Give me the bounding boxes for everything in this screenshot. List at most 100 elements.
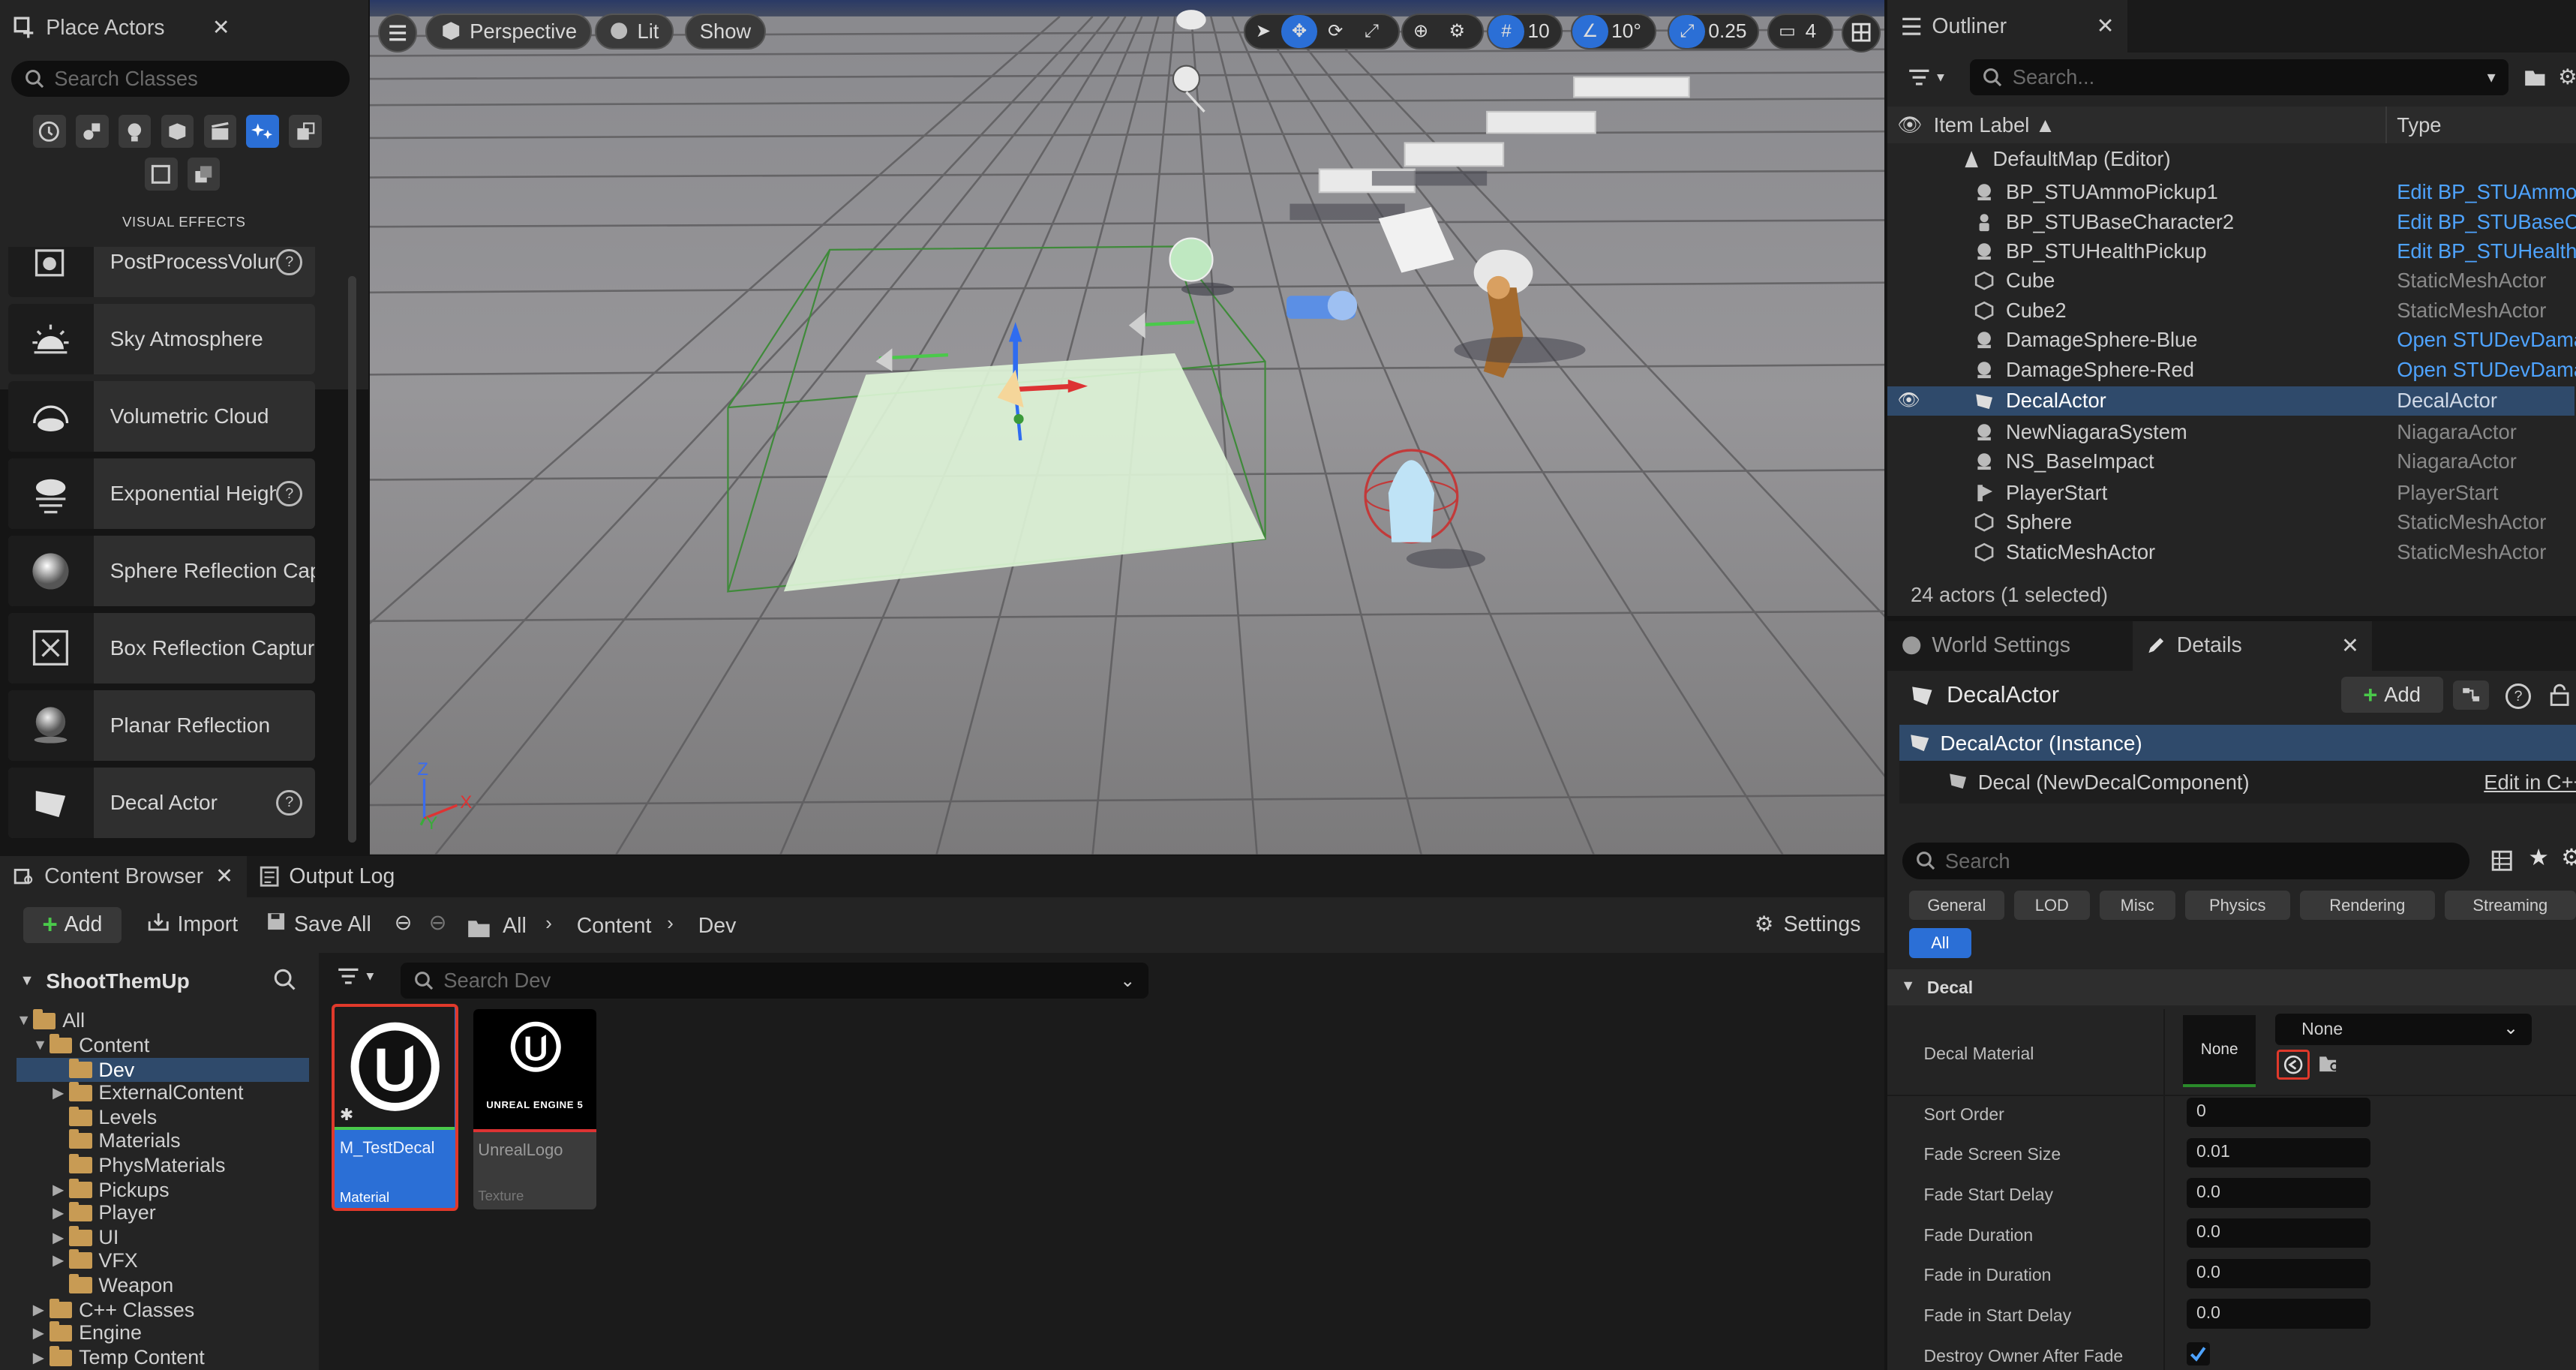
tree-item[interactable]: ▶ C++ Classes bbox=[33, 1298, 319, 1322]
viewport-layout-button[interactable] bbox=[1841, 13, 1881, 53]
surface-snap-icon[interactable]: ⚙ bbox=[1439, 15, 1475, 48]
star-icon[interactable]: ★ bbox=[2528, 845, 2548, 871]
row-type-link[interactable]: Open STUDevDama bbox=[2397, 358, 2576, 382]
scale-snap[interactable]: ⤢ 0.25 bbox=[1667, 13, 1760, 50]
outliner-row[interactable]: BP_STUAmmoPickup1 Edit BP_STUAmmo bbox=[1887, 178, 2576, 207]
tree-item[interactable]: ▶ UI bbox=[53, 1226, 319, 1250]
tree-item-selected[interactable]: Dev bbox=[16, 1058, 309, 1083]
back-icon[interactable]: ⊖ bbox=[395, 910, 413, 936]
outliner-row[interactable]: DamageSphere-Blue Open STUDevDama bbox=[1887, 326, 2576, 355]
actor-item-exponential-height-fog[interactable]: Exponential Heigh ? bbox=[8, 458, 316, 530]
tree-item[interactable]: ▼ Content bbox=[33, 1034, 319, 1058]
help-icon[interactable]: ? bbox=[276, 249, 302, 275]
destroy-owner-checkbox[interactable] bbox=[2186, 1342, 2210, 1365]
lit-button[interactable]: Lit bbox=[594, 13, 674, 50]
viewport-scene[interactable] bbox=[369, 0, 1884, 855]
tree-item[interactable]: ▶ ExternalContent bbox=[53, 1081, 319, 1105]
tree-item[interactable]: Materials bbox=[68, 1129, 319, 1153]
chevron-down-icon[interactable]: ⌄ bbox=[1120, 970, 1135, 992]
settings-button[interactable]: ⚙ Settings bbox=[1755, 912, 1861, 937]
prop-value-input[interactable]: 0.0 bbox=[2186, 1299, 2371, 1329]
settings-icon[interactable]: ⚙ bbox=[2561, 845, 2576, 871]
close-icon[interactable]: ✕ bbox=[2341, 633, 2359, 659]
scale-icon[interactable]: ⤢ bbox=[1353, 15, 1389, 48]
row-type-link[interactable]: Edit BP_STUBaseC bbox=[2397, 210, 2576, 234]
row-type-link[interactable]: Open STUDevDama bbox=[2397, 328, 2576, 352]
outliner-row[interactable]: PlayerStart PlayerStart bbox=[1887, 478, 2574, 507]
tree-item[interactable]: ▶ VFX bbox=[53, 1248, 319, 1272]
outliner-row[interactable]: NS_BaseImpact NiagaraActor bbox=[1887, 447, 2574, 476]
filter-physics[interactable]: Physics bbox=[2184, 890, 2290, 921]
filter-streaming[interactable]: Streaming bbox=[2444, 890, 2576, 921]
actor-name[interactable]: DecalActor bbox=[1947, 682, 2059, 708]
grid-snap[interactable]: # 10 bbox=[1486, 13, 1563, 50]
prop-value-input[interactable]: 0.0 bbox=[2186, 1178, 2371, 1208]
viewport-menu-button[interactable] bbox=[377, 13, 417, 53]
actor-item-planar-reflection[interactable]: Planar Reflection bbox=[8, 690, 316, 761]
asset-tile-material[interactable]: ✱ M_TestDecal Material bbox=[332, 1004, 458, 1211]
prop-value-input[interactable]: 0.01 bbox=[2186, 1137, 2371, 1167]
help-icon[interactable]: ? bbox=[2505, 683, 2532, 710]
filter-lod[interactable]: LOD bbox=[2013, 890, 2090, 921]
outliner-row[interactable]: Cube StaticMeshActor bbox=[1887, 266, 2574, 296]
lock-icon[interactable] bbox=[2548, 682, 2571, 708]
instance-row[interactable]: DecalActor (Instance) bbox=[1899, 724, 2576, 761]
tab-world-settings[interactable]: World Settings bbox=[1887, 620, 2128, 671]
browse-asset-icon[interactable] bbox=[2318, 1053, 2341, 1073]
asset-tile-texture[interactable]: UNREAL ENGINE 5 UnrealLogo Texture bbox=[473, 1008, 596, 1209]
outliner-row-selected[interactable]: 👁 DecalActor DecalActor bbox=[1887, 386, 2574, 416]
blueprint-icon[interactable] bbox=[2452, 680, 2489, 711]
edit-in-cpp-link[interactable]: Edit in C++ bbox=[2484, 771, 2576, 795]
select-icon[interactable]: ➤ bbox=[1245, 15, 1281, 48]
outliner-row[interactable]: StaticMeshActor StaticMeshActor bbox=[1887, 537, 2574, 566]
search-dev-input[interactable]: Search Dev ⌄ bbox=[401, 963, 1148, 999]
breadcrumb-dev[interactable]: Dev bbox=[698, 914, 737, 939]
actor-item-sphere-reflection-capture[interactable]: Sphere Reflection Capt bbox=[8, 535, 316, 607]
tab-details[interactable]: Details ✕ bbox=[2132, 620, 2373, 671]
forward-icon[interactable]: ⊖ bbox=[429, 910, 447, 936]
outliner-row[interactable]: NewNiagaraSystem NiagaraActor bbox=[1887, 417, 2574, 446]
outliner-row[interactable]: Sphere StaticMeshActor bbox=[1887, 508, 2574, 537]
actor-item-decal-actor[interactable]: Decal Actor ? bbox=[8, 767, 316, 838]
outliner-row[interactable]: DamageSphere-Red Open STUDevDama bbox=[1887, 355, 2576, 384]
tree-item[interactable]: ▶ Engine bbox=[33, 1321, 319, 1345]
angle-icon[interactable]: ∠ bbox=[1572, 14, 1608, 48]
perspective-button[interactable]: Perspective bbox=[425, 13, 592, 50]
filter-general[interactable]: General bbox=[1908, 890, 2004, 921]
rotation-snap[interactable]: ∠ 10° bbox=[1570, 13, 1656, 50]
translate-icon[interactable]: ✥ bbox=[1281, 14, 1318, 48]
row-type-link[interactable]: Edit BP_STUHealth bbox=[2397, 239, 2576, 263]
breadcrumb-content[interactable]: Content bbox=[577, 914, 652, 939]
tree-item[interactable]: ▶ Player bbox=[53, 1201, 319, 1225]
tree-item[interactable]: ▶ Pickups bbox=[53, 1178, 319, 1202]
camera-speed[interactable]: ▭ 4 bbox=[1767, 13, 1834, 50]
filter-rendering[interactable]: Rendering bbox=[2299, 890, 2435, 921]
prop-value-input[interactable]: 0.0 bbox=[2186, 1258, 2371, 1288]
camera-icon[interactable]: ▭ bbox=[1769, 15, 1805, 48]
tree-item[interactable]: Levels bbox=[68, 1106, 319, 1130]
prop-value-input[interactable]: 0.0 bbox=[2186, 1218, 2371, 1248]
help-icon[interactable]: ? bbox=[276, 480, 302, 507]
tree-item[interactable]: PhysMaterials bbox=[68, 1153, 319, 1177]
asset-filter-button[interactable]: ▾ bbox=[337, 966, 374, 986]
filter-misc[interactable]: Misc bbox=[2099, 890, 2175, 921]
visibility-icon[interactable]: 👁 bbox=[1897, 389, 1920, 411]
outliner-row[interactable]: BP_STUBaseCharacter2 Edit BP_STUBaseC bbox=[1887, 207, 2576, 236]
help-icon[interactable]: ? bbox=[276, 789, 302, 816]
material-dropdown[interactable]: None ⌄ bbox=[2275, 1014, 2532, 1045]
prop-value-input[interactable]: 0 bbox=[2186, 1097, 2371, 1128]
actor-item-volumetric-cloud[interactable]: Volumetric Cloud bbox=[8, 381, 316, 452]
scale-snap-icon[interactable]: ⤢ bbox=[1668, 14, 1706, 48]
actor-list-scrollbar[interactable] bbox=[348, 275, 357, 843]
tree-item[interactable]: Weapon bbox=[68, 1273, 319, 1297]
show-button[interactable]: Show bbox=[685, 13, 766, 50]
grid-icon[interactable]: # bbox=[1488, 14, 1525, 48]
actor-item-box-reflection-capture[interactable]: Box Reflection Capture bbox=[8, 612, 316, 684]
rotate-icon[interactable]: ⟳ bbox=[1317, 15, 1353, 48]
outliner-row[interactable]: BP_STUHealthPickup Edit BP_STUHealth bbox=[1887, 236, 2576, 266]
add-component-button[interactable]: + Add bbox=[2340, 677, 2443, 714]
world-icon[interactable]: ⊕ bbox=[1403, 15, 1439, 48]
tree-item[interactable]: ▶ Temp Content bbox=[33, 1346, 319, 1370]
actor-item-post-process[interactable]: PostProcessVolur ? bbox=[8, 246, 316, 298]
material-thumbnail[interactable]: None bbox=[2183, 1015, 2256, 1088]
